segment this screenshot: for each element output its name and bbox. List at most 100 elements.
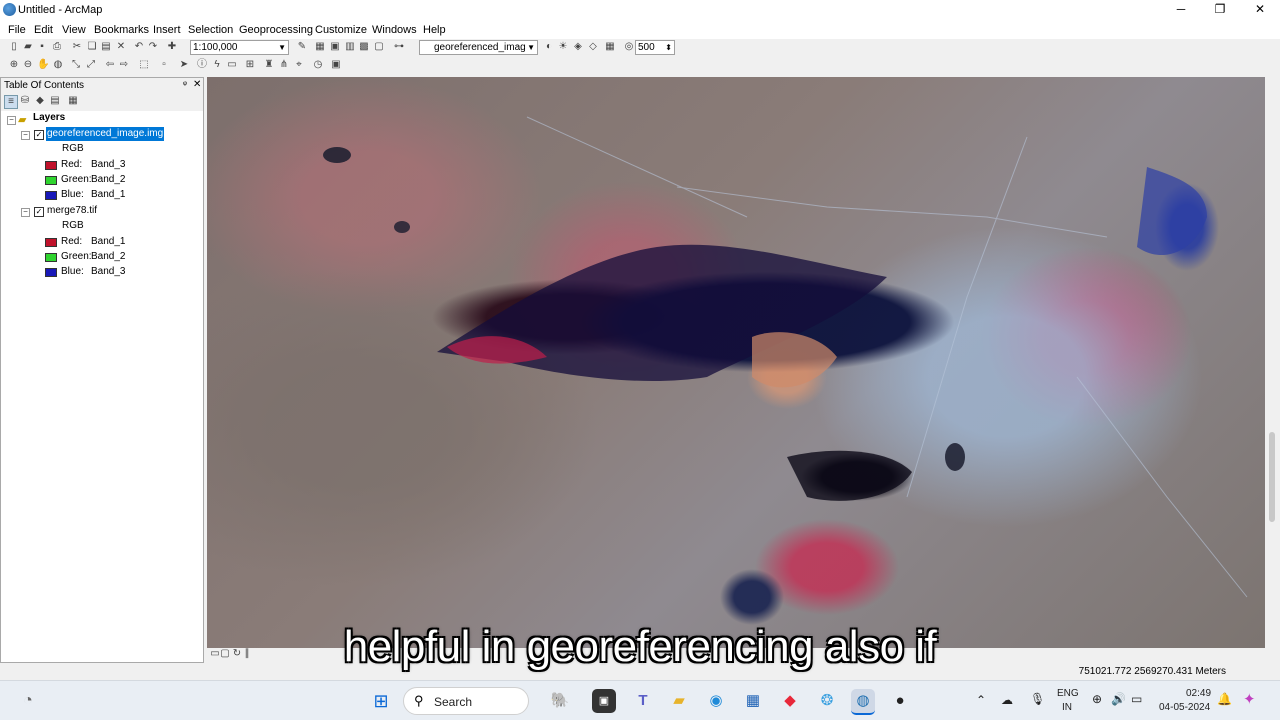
list-by-drawing-order-icon[interactable]: ≡ [4, 95, 18, 109]
redo-icon[interactable]: ↷ [147, 41, 159, 53]
scrollbar-thumb[interactable] [1269, 432, 1275, 522]
layer-name-georeferenced-image[interactable]: georeferenced_image.img [46, 127, 165, 141]
obs-studio-icon[interactable]: ● [888, 689, 912, 713]
layer-name-merge78[interactable]: merge78.tif [47, 204, 97, 218]
battery-icon[interactable]: ▭ [1131, 692, 1142, 706]
python-window-icon[interactable]: ▢ [373, 41, 385, 53]
create-viewer-window-icon[interactable]: ▣ [330, 59, 342, 71]
chevron-up-icon[interactable]: ⌃ [976, 693, 986, 707]
brightness-icon[interactable]: ☀ [557, 41, 569, 53]
previous-extent-icon[interactable]: ⇦ [104, 59, 116, 71]
arcmap-taskbar-icon[interactable]: ◍ [851, 689, 875, 715]
onedrive-icon[interactable]: ☁ [1001, 693, 1013, 707]
menu-selection[interactable]: Selection [188, 24, 233, 36]
find-route-icon[interactable]: ⋔ [278, 59, 290, 71]
editor-toolbar-icon[interactable]: ✎ [296, 41, 308, 53]
menu-windows[interactable]: Windows [372, 24, 417, 36]
menu-geoprocessing[interactable]: Geoprocessing [239, 24, 313, 36]
green-band-swatch[interactable] [45, 253, 57, 262]
resolution-combo[interactable]: 500 ⬍ [635, 40, 675, 55]
new-document-icon[interactable]: ▯ [8, 41, 20, 53]
catalog-window-icon[interactable]: ▣ [329, 41, 341, 53]
hyperlink-icon[interactable]: ϟ [211, 59, 223, 71]
identify-icon[interactable]: ⓘ [196, 59, 208, 71]
microsoft-store-icon[interactable]: ▦ [741, 689, 765, 713]
save-icon[interactable]: ▪ [36, 41, 48, 53]
arctoolbox-icon[interactable]: ▩ [358, 41, 370, 53]
toc-close-icon[interactable]: ✕ [193, 79, 201, 90]
fixed-zoom-in-icon[interactable]: ⤡ [70, 59, 82, 71]
pan-icon[interactable]: ✋ [37, 59, 49, 71]
menu-file[interactable]: File [8, 24, 26, 36]
options-icon[interactable]: ▦ [67, 95, 79, 107]
minimize-button[interactable]: ─ [1161, 0, 1201, 20]
red-band-swatch[interactable] [45, 238, 57, 247]
list-by-source-icon[interactable]: ⛁ [19, 95, 31, 107]
select-features-icon[interactable]: ⬚ [138, 59, 150, 71]
table-of-contents-icon[interactable]: ▦ [314, 41, 326, 53]
menu-bookmarks[interactable]: Bookmarks [94, 24, 149, 36]
copy-icon[interactable]: ❏ [86, 41, 98, 53]
find-icon[interactable]: ♜ [263, 59, 275, 71]
file-explorer-icon[interactable]: ▰ [667, 689, 691, 713]
clear-selection-icon[interactable]: ▫ [158, 59, 170, 71]
search-highlight-icon[interactable]: 🐘 [545, 689, 575, 713]
green-band-swatch[interactable] [45, 176, 57, 185]
time-slider-icon[interactable]: ◷ [312, 59, 324, 71]
full-extent-icon[interactable]: ◍ [52, 59, 64, 71]
network-icon[interactable]: ⊕ [1092, 692, 1102, 706]
copilot-icon[interactable]: ✦ [1243, 690, 1256, 708]
select-elements-icon[interactable]: ➤ [178, 59, 190, 71]
language-top[interactable]: ENG [1057, 688, 1079, 699]
zoom-out-icon[interactable]: ⊖ [22, 59, 34, 71]
widgets-icon[interactable]: ◔ [16, 689, 40, 713]
zoom-in-icon[interactable]: ⊕ [8, 59, 20, 71]
task-view-icon[interactable]: ▣ [592, 689, 616, 713]
menu-edit[interactable]: Edit [34, 24, 53, 36]
teams-icon[interactable]: T [631, 689, 655, 713]
effects-icon[interactable]: ◇ [587, 41, 599, 53]
map-display[interactable] [207, 77, 1265, 648]
delete-icon[interactable]: ✕ [115, 41, 127, 53]
volume-icon[interactable]: 🔊 [1111, 692, 1126, 706]
menu-view[interactable]: View [62, 24, 86, 36]
maximize-button[interactable]: ❐ [1200, 0, 1240, 20]
microphone-icon[interactable]: 🎙 [1030, 692, 1045, 706]
clock-date[interactable]: 04-05-2024 [1159, 702, 1210, 713]
layers-collapse-icon[interactable]: − [7, 116, 16, 125]
html-popup-icon[interactable]: ▭ [226, 59, 238, 71]
language-bottom[interactable]: IN [1062, 702, 1072, 713]
edge-browser-icon[interactable]: ◉ [704, 689, 728, 713]
print-icon[interactable]: ⎙ [51, 41, 63, 53]
go-to-xy-icon[interactable]: ⌖ [293, 59, 305, 71]
blue-band-swatch[interactable] [45, 268, 57, 277]
menu-insert[interactable]: Insert [153, 24, 181, 36]
clock-time[interactable]: 02:49 [1186, 688, 1211, 699]
open-folder-icon[interactable]: ▰ [22, 41, 34, 53]
undo-icon[interactable]: ↶ [133, 41, 145, 53]
paste-icon[interactable]: ▤ [100, 41, 112, 53]
contrast-icon[interactable]: ◐ [543, 41, 555, 53]
add-data-icon[interactable]: ✚ [166, 41, 178, 53]
transparency-icon[interactable]: ◈ [572, 41, 584, 53]
pin-icon[interactable]: ᵠ [183, 79, 187, 89]
close-button[interactable]: ✕ [1240, 0, 1280, 20]
cut-icon[interactable]: ✂ [71, 41, 83, 53]
layer-visibility-checkbox[interactable]: ✓ [34, 207, 44, 217]
python-icon[interactable]: ❂ [815, 689, 839, 713]
display-resolution-icon[interactable]: ◎ [623, 41, 635, 53]
blue-band-swatch[interactable] [45, 191, 57, 200]
layer-collapse-icon[interactable]: − [21, 131, 30, 140]
fixed-zoom-out-icon[interactable]: ⤢ [85, 59, 97, 71]
windows-start-icon[interactable]: ⊞ [369, 689, 393, 713]
list-by-visibility-icon[interactable]: ◆ [34, 95, 46, 107]
layers-root-label[interactable]: Layers [33, 111, 65, 125]
menu-customize[interactable]: Customize [315, 24, 367, 36]
list-by-selection-icon[interactable]: ▤ [49, 95, 61, 107]
next-extent-icon[interactable]: ⇨ [118, 59, 130, 71]
measure-icon[interactable]: ⊞ [244, 59, 256, 71]
swipe-icon[interactable]: ▦ [604, 41, 616, 53]
layer-collapse-icon[interactable]: − [21, 208, 30, 217]
map-scale-combo[interactable]: 1:100,000 ▼ [190, 40, 289, 55]
taskbar-search[interactable]: ⚲ Search [403, 687, 529, 715]
